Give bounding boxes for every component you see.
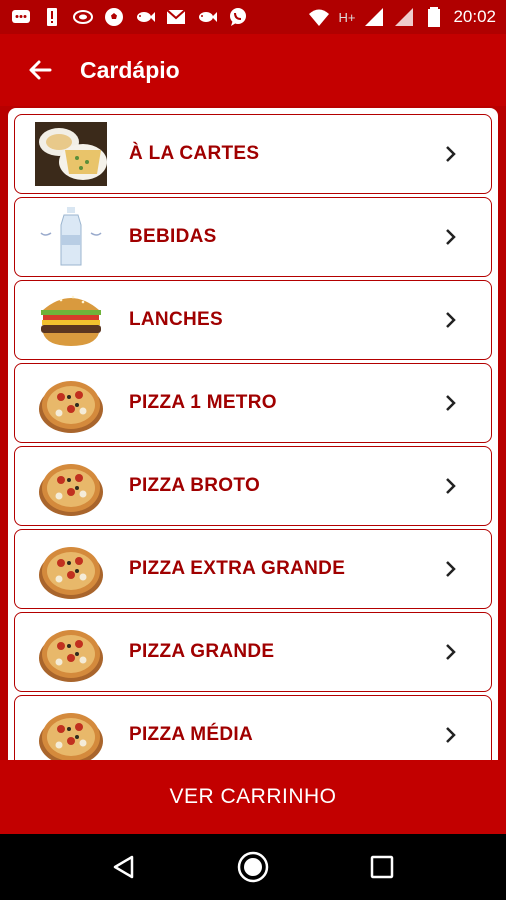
recents-square-icon xyxy=(370,855,393,879)
signal-icon xyxy=(365,8,384,26)
arrow-left-icon xyxy=(29,60,52,80)
category-label: PIZZA 1 METRO xyxy=(129,392,277,413)
pizza-image xyxy=(35,701,107,760)
nav-home-button[interactable] xyxy=(233,847,273,887)
pizza-image xyxy=(35,618,107,686)
nav-recents-button[interactable] xyxy=(362,847,402,887)
category-label: BEBIDAS xyxy=(129,226,217,247)
pasta-dish-image xyxy=(35,120,107,188)
category-label: PIZZA MÉDIA xyxy=(129,724,253,745)
chevron-right-icon xyxy=(446,229,456,245)
view-cart-label: VER CARRINHO xyxy=(169,785,337,808)
system-icons: H+ 20:02 xyxy=(308,6,496,28)
category-item-bebidas[interactable]: BEBIDAS xyxy=(14,197,492,277)
category-item-pizza-broto[interactable]: PIZZA BROTO xyxy=(14,446,492,526)
chevron-right-icon xyxy=(446,146,456,162)
clock: 20:02 xyxy=(453,7,496,26)
chevron-right-icon xyxy=(446,561,456,577)
pizza-image xyxy=(35,369,107,437)
chevron-right-icon xyxy=(446,478,456,494)
battery-icon xyxy=(428,7,441,27)
system-nav-bar xyxy=(0,834,506,900)
fish-icon xyxy=(137,12,155,22)
category-label: PIZZA BROTO xyxy=(129,475,261,496)
category-label: LANCHES xyxy=(129,309,223,330)
gmail-icon xyxy=(166,9,186,24)
burger-image xyxy=(35,286,107,354)
back-triangle-icon xyxy=(114,855,134,879)
pizza-image xyxy=(35,452,107,520)
chevron-right-icon xyxy=(446,644,456,660)
notification-icons xyxy=(10,6,249,28)
nav-back-button[interactable] xyxy=(104,847,144,887)
category-item-pizza-grande[interactable]: PIZZA GRANDE xyxy=(14,612,492,692)
chat-icon xyxy=(12,10,30,23)
category-item-a-la-cartes[interactable]: À LA CARTES xyxy=(14,114,492,194)
whatsapp-icon xyxy=(230,8,246,26)
back-button[interactable] xyxy=(22,52,58,88)
home-circle-icon xyxy=(237,851,269,883)
alert-icon xyxy=(47,8,57,26)
water-bottle-image xyxy=(35,203,107,271)
view-cart-button[interactable]: VER CARRINHO xyxy=(0,760,506,834)
status-bar: H+ 20:02 xyxy=(0,0,506,34)
category-item-pizza-1-metro[interactable]: PIZZA 1 METRO xyxy=(14,363,492,443)
spoon-icon xyxy=(73,10,93,24)
wifi-icon xyxy=(309,9,330,26)
category-label: À LA CARTES xyxy=(129,143,260,164)
page-title: Cardápio xyxy=(80,56,180,83)
signal-icon xyxy=(395,8,414,26)
chevron-right-icon xyxy=(446,312,456,328)
category-label: PIZZA GRANDE xyxy=(129,641,275,662)
category-item-pizza-media[interactable]: PIZZA MÉDIA xyxy=(14,695,492,760)
category-item-pizza-extra-grande[interactable]: PIZZA EXTRA GRANDE xyxy=(14,529,492,609)
category-list: À LA CARTES BEBIDAS LANCHES PIZZA 1 METR… xyxy=(8,108,498,760)
fish-icon xyxy=(199,12,217,22)
pizza-image xyxy=(35,535,107,603)
category-label: PIZZA EXTRA GRANDE xyxy=(129,558,346,579)
soccer-ball-icon xyxy=(105,8,123,26)
category-item-lanches[interactable]: LANCHES xyxy=(14,280,492,360)
chevron-right-icon xyxy=(446,727,456,743)
network-type-label: H+ xyxy=(338,9,356,25)
chevron-right-icon xyxy=(446,395,456,411)
app-bar: Cardápio xyxy=(0,34,506,106)
